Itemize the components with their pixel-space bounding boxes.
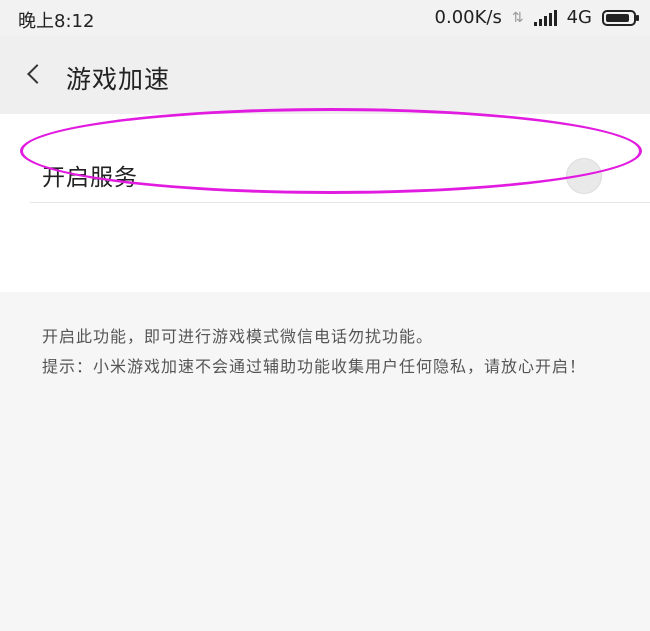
network-speed: 0.00K/s xyxy=(434,7,502,28)
service-description: 开启此功能，即可进行游戏模式微信电话勿扰功能。 提示：小米游戏加速不会通过辅助功… xyxy=(42,322,642,382)
status-time: 晚上8:12 xyxy=(18,11,95,32)
service-toggle-switch[interactable] xyxy=(566,158,602,194)
chevron-left-icon xyxy=(27,64,47,84)
row-divider xyxy=(30,202,650,203)
battery-fill xyxy=(606,13,629,22)
screen: 晚上8:12 0.00K/s ⇅ 4G 游戏加速 开启服务 开启此功能，即可进行… xyxy=(0,0,650,631)
page-title: 游戏加速 xyxy=(66,65,171,94)
service-label: 开启服务 xyxy=(42,165,138,191)
status-indicators: 0.00K/s ⇅ 4G xyxy=(434,7,639,28)
service-toggle-row[interactable]: 开启服务 xyxy=(0,128,650,194)
network-type: 4G xyxy=(566,7,592,28)
battery-icon xyxy=(602,9,639,26)
data-transfer-arrows-icon: ⇅ xyxy=(511,9,524,26)
settings-card: 开启服务 开启此功能，即可进行游戏模式微信电话勿扰功能。 提示：小米游戏加速不会… xyxy=(0,114,650,376)
description-line-2: 提示：小米游戏加速不会通过辅助功能收集用户任何隐私，请放心开启！ xyxy=(42,357,587,376)
back-button[interactable] xyxy=(14,54,54,94)
status-bar: 晚上8:12 0.00K/s ⇅ 4G xyxy=(0,0,650,36)
cell-signal-icon xyxy=(533,9,557,26)
description-line-1: 开启此功能，即可进行游戏模式微信电话勿扰功能。 xyxy=(42,327,434,346)
app-header: 游戏加速 xyxy=(0,36,650,114)
